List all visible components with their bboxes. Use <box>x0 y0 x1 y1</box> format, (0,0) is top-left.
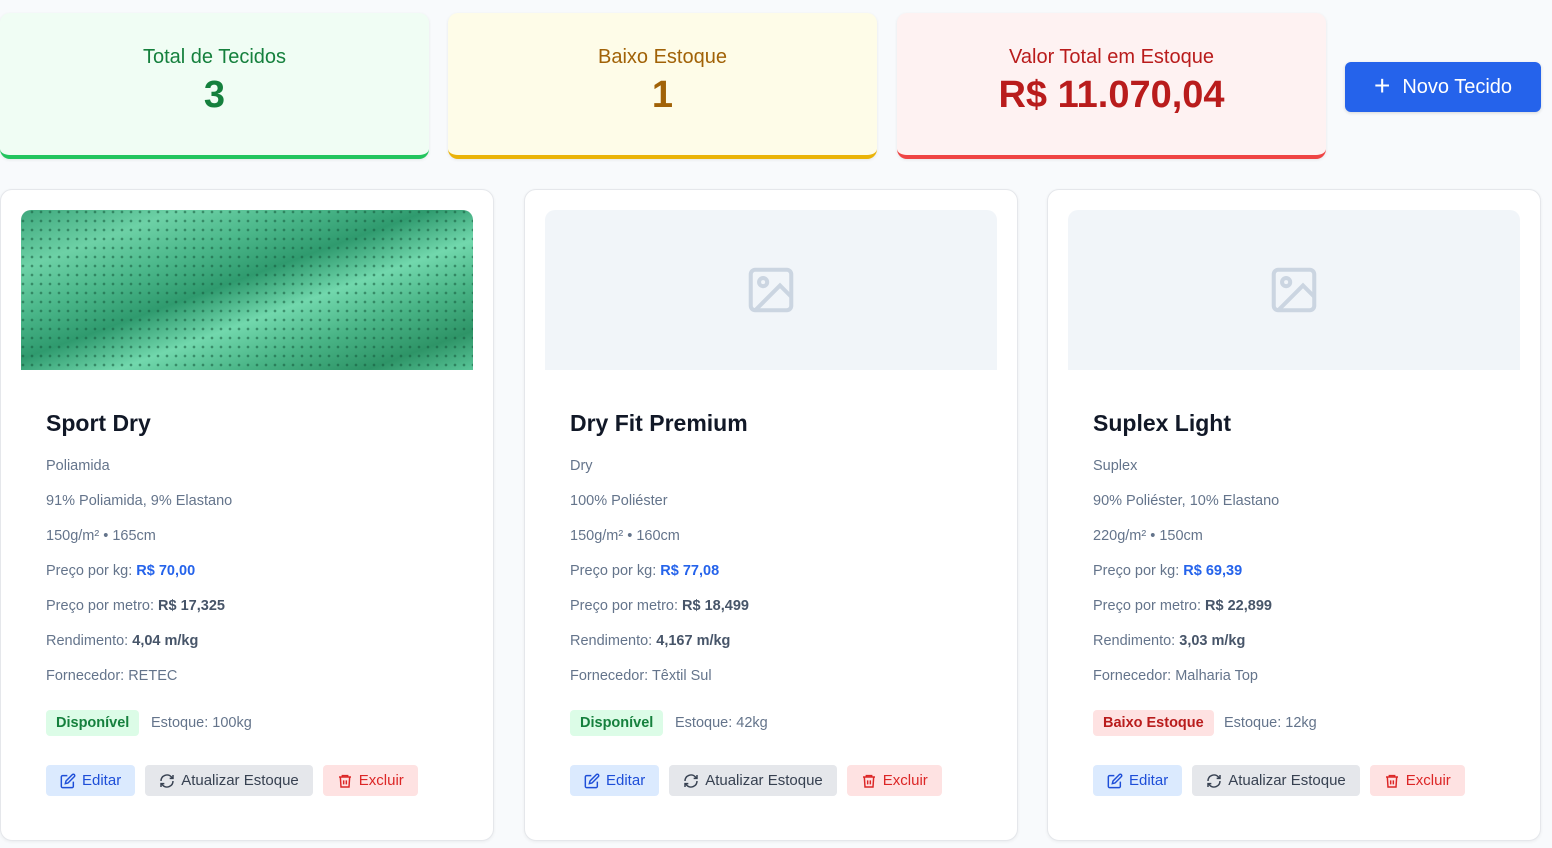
price-kg-row: Preço por kg: R$ 70,00 <box>46 563 196 579</box>
refresh-icon <box>160 773 174 788</box>
new-fabric-label: Novo Tecido <box>1402 75 1513 98</box>
fabric-type: Dry <box>570 458 593 474</box>
price-meter-value: R$ 22,899 <box>1205 598 1272 614</box>
plus-icon: + <box>1373 69 1391 101</box>
yield-row: Rendimento: 3,03 m/kg <box>1093 633 1246 649</box>
yield-row: Rendimento: 4,167 m/kg <box>570 633 731 649</box>
status-badge: Disponível <box>570 710 664 736</box>
refresh-icon <box>1207 773 1221 788</box>
image-placeholder-icon <box>748 267 794 313</box>
delete-button[interactable]: Excluir <box>322 765 418 796</box>
yield-row: Rendimento: 4,04 m/kg <box>46 633 199 649</box>
edit-icon <box>1107 773 1123 788</box>
price-meter-row: Preço por metro: R$ 18,499 <box>570 598 749 614</box>
fabric-specs: 220g/m² • 150cm <box>1093 528 1203 544</box>
stock-text: Estoque: 100kg <box>151 715 252 731</box>
fabric-composition: 100% Poliéster <box>570 493 668 509</box>
price-kg-value: R$ 69,39 <box>1183 563 1243 579</box>
fabric-composition: 91% Poliamida, 9% Elastano <box>46 493 233 509</box>
fabric-specs: 150g/m² • 160cm <box>570 528 680 544</box>
fabric-type: Poliamida <box>46 458 110 474</box>
delete-button[interactable]: Excluir <box>1369 765 1465 796</box>
stat-low-stock: Baixo Estoque 1 <box>448 13 877 159</box>
stat-total-value: 3 <box>203 73 226 116</box>
update-stock-button[interactable]: Atualizar Estoque <box>145 765 313 796</box>
stat-value-amount: R$ 11.070,04 <box>998 73 1225 116</box>
status-badge: Baixo Estoque <box>1093 710 1214 736</box>
price-kg-value: R$ 70,00 <box>136 563 196 579</box>
fabric-name: Sport Dry <box>46 410 151 436</box>
stat-low-label: Baixo Estoque <box>598 45 727 68</box>
trash-icon <box>862 774 875 788</box>
edit-icon <box>60 773 76 788</box>
stock-text: Estoque: 42kg <box>675 715 768 731</box>
stat-total-fabrics: Total de Tecidos 3 <box>0 13 429 159</box>
yield-value: 4,04 m/kg <box>132 633 199 649</box>
trash-icon <box>1385 774 1398 788</box>
price-meter-row: Preço por metro: R$ 17,325 <box>46 598 225 614</box>
stat-total-label: Total de Tecidos <box>142 45 287 68</box>
fabric-card: Suplex Light Suplex 90% Poliéster, 10% E… <box>1047 189 1541 841</box>
update-stock-button[interactable]: Atualizar Estoque <box>669 765 837 796</box>
price-kg-row: Preço por kg: R$ 69,39 <box>1093 563 1243 579</box>
price-meter-value: R$ 18,499 <box>682 598 749 614</box>
fabric-type: Suplex <box>1093 458 1138 474</box>
refresh-icon <box>684 773 698 788</box>
supplier: Fornecedor: RETEC <box>46 668 178 684</box>
yield-value: 3,03 m/kg <box>1179 633 1246 649</box>
price-kg-row: Preço por kg: R$ 77,08 <box>570 563 720 579</box>
fabric-image <box>21 210 473 370</box>
new-fabric-button[interactable]: + Novo Tecido <box>1345 62 1541 112</box>
trash-icon <box>338 774 351 788</box>
edit-button[interactable]: Editar <box>46 765 136 796</box>
green-fabric-photo <box>21 210 473 370</box>
fabric-specs: 150g/m² • 165cm <box>46 528 156 544</box>
stat-total-value-stock: Valor Total em Estoque R$ 11.070,04 <box>897 13 1326 159</box>
edit-button[interactable]: Editar <box>1093 765 1183 796</box>
fabric-card: Dry Fit Premium Dry 100% Poliéster 150g/… <box>524 189 1018 841</box>
fabric-composition: 90% Poliéster, 10% Elastano <box>1093 493 1280 509</box>
update-stock-button[interactable]: Atualizar Estoque <box>1192 765 1360 796</box>
price-meter-value: R$ 17,325 <box>158 598 225 614</box>
supplier: Fornecedor: Malharia Top <box>1093 668 1258 684</box>
stat-value-label: Valor Total em Estoque <box>1009 45 1214 68</box>
edit-icon <box>584 773 600 788</box>
status-badge: Disponível <box>46 710 140 736</box>
fabric-image <box>545 210 997 370</box>
fabric-card: Sport Dry Poliamida 91% Poliamida, 9% El… <box>0 189 494 841</box>
price-meter-row: Preço por metro: R$ 22,899 <box>1093 598 1272 614</box>
fabric-name: Suplex Light <box>1093 410 1231 436</box>
stock-text: Estoque: 12kg <box>1224 715 1317 731</box>
edit-button[interactable]: Editar <box>570 765 660 796</box>
fabric-image <box>1068 210 1520 370</box>
yield-value: 4,167 m/kg <box>656 633 731 649</box>
fabric-name: Dry Fit Premium <box>570 410 748 436</box>
image-placeholder-icon <box>1271 267 1317 313</box>
stat-low-value: 1 <box>651 73 674 116</box>
supplier: Fornecedor: Têxtil Sul <box>570 668 712 684</box>
price-kg-value: R$ 77,08 <box>660 563 720 579</box>
delete-button[interactable]: Excluir <box>846 765 942 796</box>
